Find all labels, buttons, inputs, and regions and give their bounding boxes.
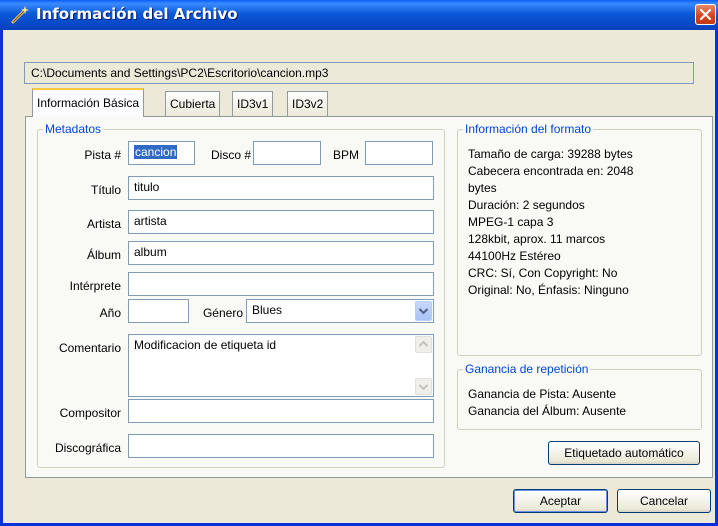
format-info-line: MPEG-1 capa 3 — [468, 215, 554, 229]
metadata-legend: Metadatos — [45, 122, 102, 136]
format-info-line: Cabecera encontrada en: 2048 — [468, 164, 634, 178]
close-icon — [699, 8, 712, 21]
bpm-input[interactable] — [365, 141, 433, 165]
magic-wand-icon — [10, 5, 30, 25]
tab-cover[interactable]: Cubierta — [165, 91, 221, 116]
disc-input[interactable] — [253, 141, 321, 165]
format-info-line: Tamaño de carga: 39288 bytes — [468, 147, 633, 161]
replay-gain-track: Ganancia de Pista: Ausente — [468, 387, 617, 401]
performer-input[interactable] — [128, 272, 434, 296]
comment-textarea[interactable]: Modificacion de etiqueta id — [128, 334, 434, 397]
performer-label: Intérprete — [69, 279, 121, 293]
album-label: Álbum — [86, 248, 121, 262]
chevron-down-icon — [418, 308, 429, 315]
genre-value: Blues — [252, 303, 283, 317]
comment-label: Comentario — [58, 341, 121, 355]
format-info-line: 44100Hz Estéreo — [468, 249, 561, 263]
disc-label: Disco # — [210, 148, 251, 162]
comment-value: Modificacion de etiqueta id — [134, 338, 277, 352]
title-input[interactable]: titulo — [128, 176, 434, 200]
replay-gain-legend: Ganancia de repetición — [465, 362, 589, 376]
tab-id3v2[interactable]: ID3v2 — [287, 91, 329, 116]
composer-label: Compositor — [59, 406, 121, 420]
replay-gain-album: Ganancia del Álbum: Ausente — [468, 404, 627, 418]
artist-input[interactable]: artista — [128, 210, 434, 234]
close-button[interactable] — [695, 4, 716, 25]
record-label-input[interactable] — [128, 434, 434, 458]
format-info-line: 128kbit, aprox. 11 marcos — [468, 232, 606, 246]
file-path-field: C:\Documents and Settings\PC2\Escritorio… — [24, 62, 694, 84]
bpm-label: BPM — [332, 148, 359, 162]
scroll-down-button[interactable] — [415, 378, 432, 395]
format-info-line: CRC: Sí, Con Copyright: No — [468, 266, 618, 280]
file-info-dialog: Información del Archivo C:\Documents and… — [0, 0, 718, 526]
track-input[interactable]: cancion — [128, 141, 195, 165]
cancel-button[interactable]: Cancelar — [617, 489, 711, 513]
genre-label: Género — [202, 306, 243, 320]
title-bar[interactable]: Información del Archivo — [0, 0, 718, 30]
year-input[interactable] — [128, 299, 189, 323]
tab-basic-info[interactable]: Información Básica — [32, 88, 145, 117]
track-value: cancion — [134, 145, 178, 159]
composer-input[interactable] — [128, 399, 434, 423]
genre-dropdown-button[interactable] — [415, 301, 432, 321]
year-label: Año — [99, 306, 121, 320]
format-info-legend: Información del formato — [465, 122, 592, 136]
accept-button[interactable]: Aceptar — [513, 489, 608, 513]
artist-label: Artista — [86, 217, 121, 231]
scroll-up-button[interactable] — [415, 336, 432, 353]
format-info-line: bytes — [468, 181, 497, 195]
format-info-line: Duración: 2 segundos — [468, 198, 585, 212]
record-label-label: Discográfica — [54, 441, 121, 455]
track-label: Pista # — [84, 148, 121, 162]
arrow-down-icon — [418, 384, 429, 391]
auto-tag-button[interactable]: Etiquetado automático — [548, 441, 700, 465]
tab-id3v1[interactable]: ID3v1 — [232, 91, 274, 116]
format-info-line: Original: No, Énfasis: Ninguno — [468, 283, 629, 297]
album-input[interactable]: album — [128, 241, 434, 265]
window-title: Información del Archivo — [36, 5, 238, 23]
arrow-up-icon — [418, 340, 429, 347]
title-label: Título — [90, 183, 121, 197]
genre-select[interactable]: Blues — [246, 299, 434, 323]
